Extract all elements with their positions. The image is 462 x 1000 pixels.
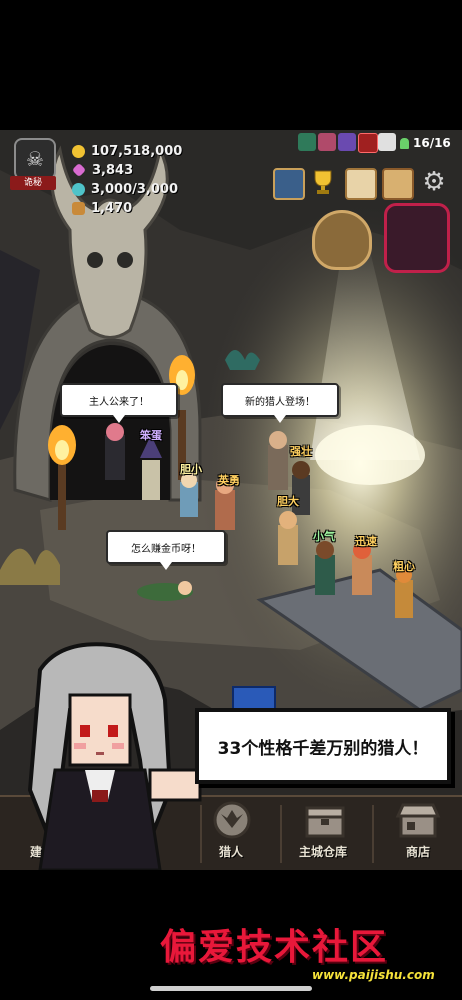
- demon-boss-icon[interactable]: [384, 203, 450, 273]
- gold-stat: 107,518,000: [72, 142, 182, 160]
- mana-orb-icon: [72, 182, 85, 196]
- hunter-count-value: 16/16: [413, 136, 451, 150]
- nav-divider: [280, 805, 282, 863]
- bubble-new-hunter: 新的猎人登场！: [221, 383, 339, 423]
- scroll-value: 1,470: [91, 200, 133, 216]
- buff-icon-1[interactable]: [298, 133, 316, 151]
- name-swift: 迅速: [355, 535, 377, 548]
- gear-icon[interactable]: ⚙: [420, 168, 448, 196]
- buff-icon-4[interactable]: [358, 133, 378, 153]
- name-timid: 胆小: [180, 463, 202, 476]
- event-scroll-icon[interactable]: [382, 168, 414, 200]
- nav-divider: [372, 805, 374, 863]
- hunter-count: 16/16: [400, 134, 451, 152]
- shop-tab-icon[interactable]: [395, 800, 441, 840]
- mana-stat: 3,000/3,000: [72, 180, 178, 198]
- warehouse-tab-icon[interactable]: [302, 800, 348, 840]
- promo-text: 33个性格千差万别的猎人！: [217, 738, 429, 759]
- buff-icon-3[interactable]: [338, 133, 356, 151]
- buff-icon-2[interactable]: [318, 133, 336, 151]
- bubble-master: 主人公来了！: [60, 383, 178, 423]
- name-stingy: 小气: [313, 530, 335, 543]
- coin-icon: [72, 144, 85, 158]
- letter-icon[interactable]: [345, 168, 377, 200]
- name-bold: 胆大: [277, 495, 299, 508]
- home-indicator[interactable]: [150, 986, 312, 991]
- watermark-logo: 偏爱技术社区: [160, 926, 389, 968]
- tab-hunter[interactable]: 猎人: [219, 843, 243, 860]
- gem-icon: [71, 162, 87, 178]
- gold-value: 107,518,000: [91, 143, 183, 159]
- buff-icon-5[interactable]: [378, 133, 396, 151]
- bubble-earn-gold: 怎么赚金币呀！: [106, 530, 226, 570]
- gem-value: 3,843: [92, 162, 134, 178]
- tab-warehouse[interactable]: 主城仓库: [299, 843, 347, 860]
- camera-icon[interactable]: [273, 168, 305, 200]
- name-careless: 粗心: [393, 560, 415, 573]
- skull-emblem-icon: ☠: [14, 138, 56, 180]
- gem-stat: 3,843: [71, 161, 134, 179]
- name-brave: 英勇: [218, 474, 240, 487]
- status-bar-area: [0, 0, 462, 130]
- scroll-stat: 1,470: [72, 199, 132, 217]
- hunter-tab-icon[interactable]: [209, 800, 255, 840]
- game-screen: ☠ 诡秘 107,518,000 3,843 3,000/3,000 1,470…: [0, 0, 462, 1000]
- promo-bubble: 33个性格千差万别的猎人！: [195, 708, 451, 784]
- watermark-url: www.paijishu.com: [312, 968, 435, 982]
- name-clumsy: 笨蛋: [140, 429, 162, 442]
- rank-label: 诡秘: [10, 176, 56, 190]
- tab-shop[interactable]: 商店: [406, 843, 430, 860]
- scroll-icon: [72, 201, 85, 215]
- guild-crest-icon[interactable]: [312, 210, 372, 270]
- mana-value: 3,000/3,000: [91, 181, 178, 197]
- name-strong: 强壮: [290, 445, 312, 458]
- trophy-icon[interactable]: [309, 168, 337, 196]
- person-icon: [400, 137, 409, 149]
- rank-badge[interactable]: ☠ 诡秘: [10, 138, 56, 190]
- promo-character: [27, 642, 202, 870]
